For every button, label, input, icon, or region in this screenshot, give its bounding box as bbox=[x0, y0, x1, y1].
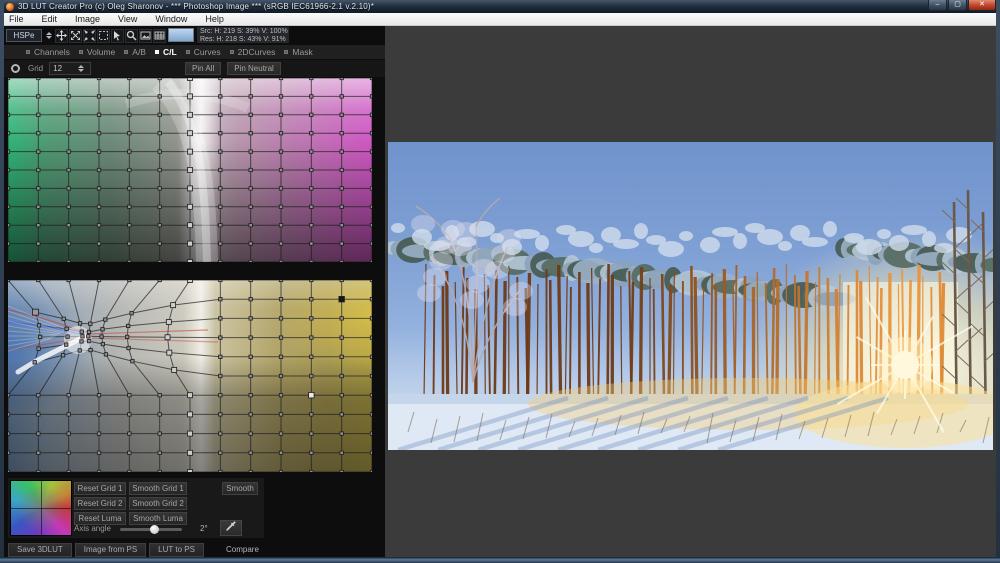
picker-tool-button[interactable] bbox=[111, 29, 124, 43]
color-swatch bbox=[168, 28, 194, 42]
tab-channels[interactable]: Channels bbox=[26, 45, 70, 59]
expand-tool-button[interactable] bbox=[69, 29, 82, 43]
eyedropper-icon bbox=[225, 519, 237, 537]
title-bar: 3D LUT Creator Pro (c) Oleg Sharonov - *… bbox=[0, 0, 1000, 13]
grid-controls-bar: Grid 12 Pin All Pin Neutral bbox=[4, 60, 385, 77]
menu-help[interactable]: Help bbox=[196, 13, 233, 26]
window-border-bottom bbox=[0, 557, 1000, 563]
image-icon bbox=[140, 30, 151, 41]
lut-to-ps-button[interactable]: LUT to PS bbox=[149, 543, 204, 557]
zoom-tool-button[interactable] bbox=[125, 29, 138, 43]
contract-tool-button[interactable] bbox=[83, 29, 96, 43]
menu-file[interactable]: File bbox=[0, 13, 33, 26]
move-icon bbox=[56, 30, 67, 41]
save-3dlut-button[interactable]: Save 3DLUT bbox=[8, 543, 72, 557]
tab-2dcurves[interactable]: 2DCurves bbox=[230, 45, 276, 59]
image-from-ps-button[interactable]: Image from PS bbox=[75, 543, 146, 557]
color-readout: Src: H: 219 S: 39% V: 100% Res: H: 218 S… bbox=[197, 27, 289, 43]
color-mode-combo[interactable]: HSPe bbox=[6, 29, 42, 42]
pin-all-button[interactable]: Pin All bbox=[185, 62, 221, 75]
reset-grid2-button[interactable]: Reset Grid 2 bbox=[74, 497, 126, 510]
window-controls: – ▢ ✕ bbox=[927, 0, 996, 11]
image-view-button[interactable] bbox=[139, 29, 152, 43]
cl-grid-top[interactable] bbox=[8, 78, 372, 262]
grid-view-button[interactable] bbox=[153, 29, 166, 43]
expand-icon bbox=[70, 30, 81, 41]
tab-volume[interactable]: Volume bbox=[79, 45, 115, 59]
readout-src: Src: H: 219 S: 39% V: 100% bbox=[200, 28, 286, 36]
menu-image[interactable]: Image bbox=[66, 13, 109, 26]
tab-ab[interactable]: A/B bbox=[124, 45, 146, 59]
image-canvas bbox=[385, 26, 996, 557]
marquee-tool-button[interactable] bbox=[97, 29, 110, 43]
smooth-button[interactable]: Smooth bbox=[222, 482, 258, 495]
menu-view[interactable]: View bbox=[109, 13, 146, 26]
axis-angle-label: Axis angle bbox=[74, 524, 111, 533]
axis-angle-slider[interactable] bbox=[120, 528, 182, 531]
smooth-grid1-button[interactable]: Smooth Grid 1 bbox=[129, 482, 187, 495]
tab-indicator-icon bbox=[186, 50, 190, 54]
tab-curves[interactable]: Curves bbox=[186, 45, 221, 59]
smooth-grid2-button[interactable]: Smooth Grid 2 bbox=[129, 497, 187, 510]
grid-size-stepper-icon[interactable] bbox=[76, 62, 85, 75]
tab-mask[interactable]: Mask bbox=[284, 45, 312, 59]
tab-indicator-icon bbox=[79, 50, 83, 54]
refresh-target-icon[interactable] bbox=[11, 64, 20, 73]
grid-tools-panel: Reset Grid 1 Smooth Grid 1 Smooth Reset … bbox=[8, 478, 264, 538]
window-title: 3D LUT Creator Pro (c) Oleg Sharonov - *… bbox=[18, 2, 374, 11]
tab-cl[interactable]: C/L bbox=[155, 45, 177, 59]
compare-button[interactable]: Compare bbox=[226, 545, 259, 554]
menu-window[interactable]: Window bbox=[146, 13, 196, 26]
grid-table-icon bbox=[154, 30, 165, 41]
app-window: 3D LUT Creator Pro (c) Oleg Sharonov - *… bbox=[0, 0, 1000, 563]
content-area: HSPe Src: H: 219 S: 39% V: 100% Res: H: … bbox=[0, 26, 1000, 557]
app-icon bbox=[6, 3, 14, 11]
grid-label: Grid bbox=[28, 64, 43, 73]
window-border-left bbox=[0, 0, 4, 563]
tab-bar: Channels Volume A/B C/L Curves 2DCurves … bbox=[4, 45, 385, 59]
menu-edit[interactable]: Edit bbox=[33, 13, 67, 26]
zoom-icon bbox=[126, 30, 137, 41]
readout-res: Res: H: 218 S: 43% V: 91% bbox=[200, 36, 286, 44]
grid-size-input[interactable]: 12 bbox=[49, 62, 91, 75]
mode-stepper-icon[interactable] bbox=[44, 29, 53, 42]
footer-bar: Save 3DLUT Image from PS LUT to PS Compa… bbox=[8, 542, 385, 557]
move-tool-button[interactable] bbox=[55, 29, 68, 43]
crosshair-horizontal bbox=[11, 508, 71, 509]
tab-indicator-icon bbox=[155, 50, 159, 54]
reset-grid1-button[interactable]: Reset Grid 1 bbox=[74, 482, 126, 495]
axis-angle-value: 2° bbox=[200, 524, 208, 533]
preview-photo bbox=[388, 142, 993, 450]
pin-neutral-button[interactable]: Pin Neutral bbox=[227, 62, 281, 75]
close-button[interactable]: ✕ bbox=[968, 0, 996, 11]
window-border-right bbox=[996, 0, 1000, 563]
maximize-button[interactable]: ▢ bbox=[948, 0, 967, 11]
smooth-luma-button[interactable]: Smooth Luma bbox=[129, 512, 187, 525]
menu-bar: File Edit Image View Window Help bbox=[0, 13, 1000, 26]
tab-indicator-icon bbox=[284, 50, 288, 54]
photo-forest-art bbox=[388, 142, 993, 450]
grid-size-value: 12 bbox=[53, 64, 74, 73]
minimize-button[interactable]: – bbox=[928, 0, 947, 11]
axis-angle-slider-knob[interactable] bbox=[150, 525, 159, 534]
color-plane-thumbnail[interactable] bbox=[10, 480, 72, 536]
tab-indicator-icon bbox=[124, 50, 128, 54]
marquee-icon bbox=[98, 30, 109, 41]
left-panel: HSPe Src: H: 219 S: 39% V: 100% Res: H: … bbox=[4, 26, 385, 557]
cl-grid-bottom[interactable] bbox=[8, 280, 372, 472]
tab-indicator-icon bbox=[230, 50, 234, 54]
toolbar: HSPe bbox=[4, 27, 385, 44]
tab-indicator-icon bbox=[26, 50, 30, 54]
contract-icon bbox=[84, 30, 95, 41]
picker-arrow-icon bbox=[112, 30, 123, 41]
axis-picker-button[interactable] bbox=[220, 520, 242, 536]
